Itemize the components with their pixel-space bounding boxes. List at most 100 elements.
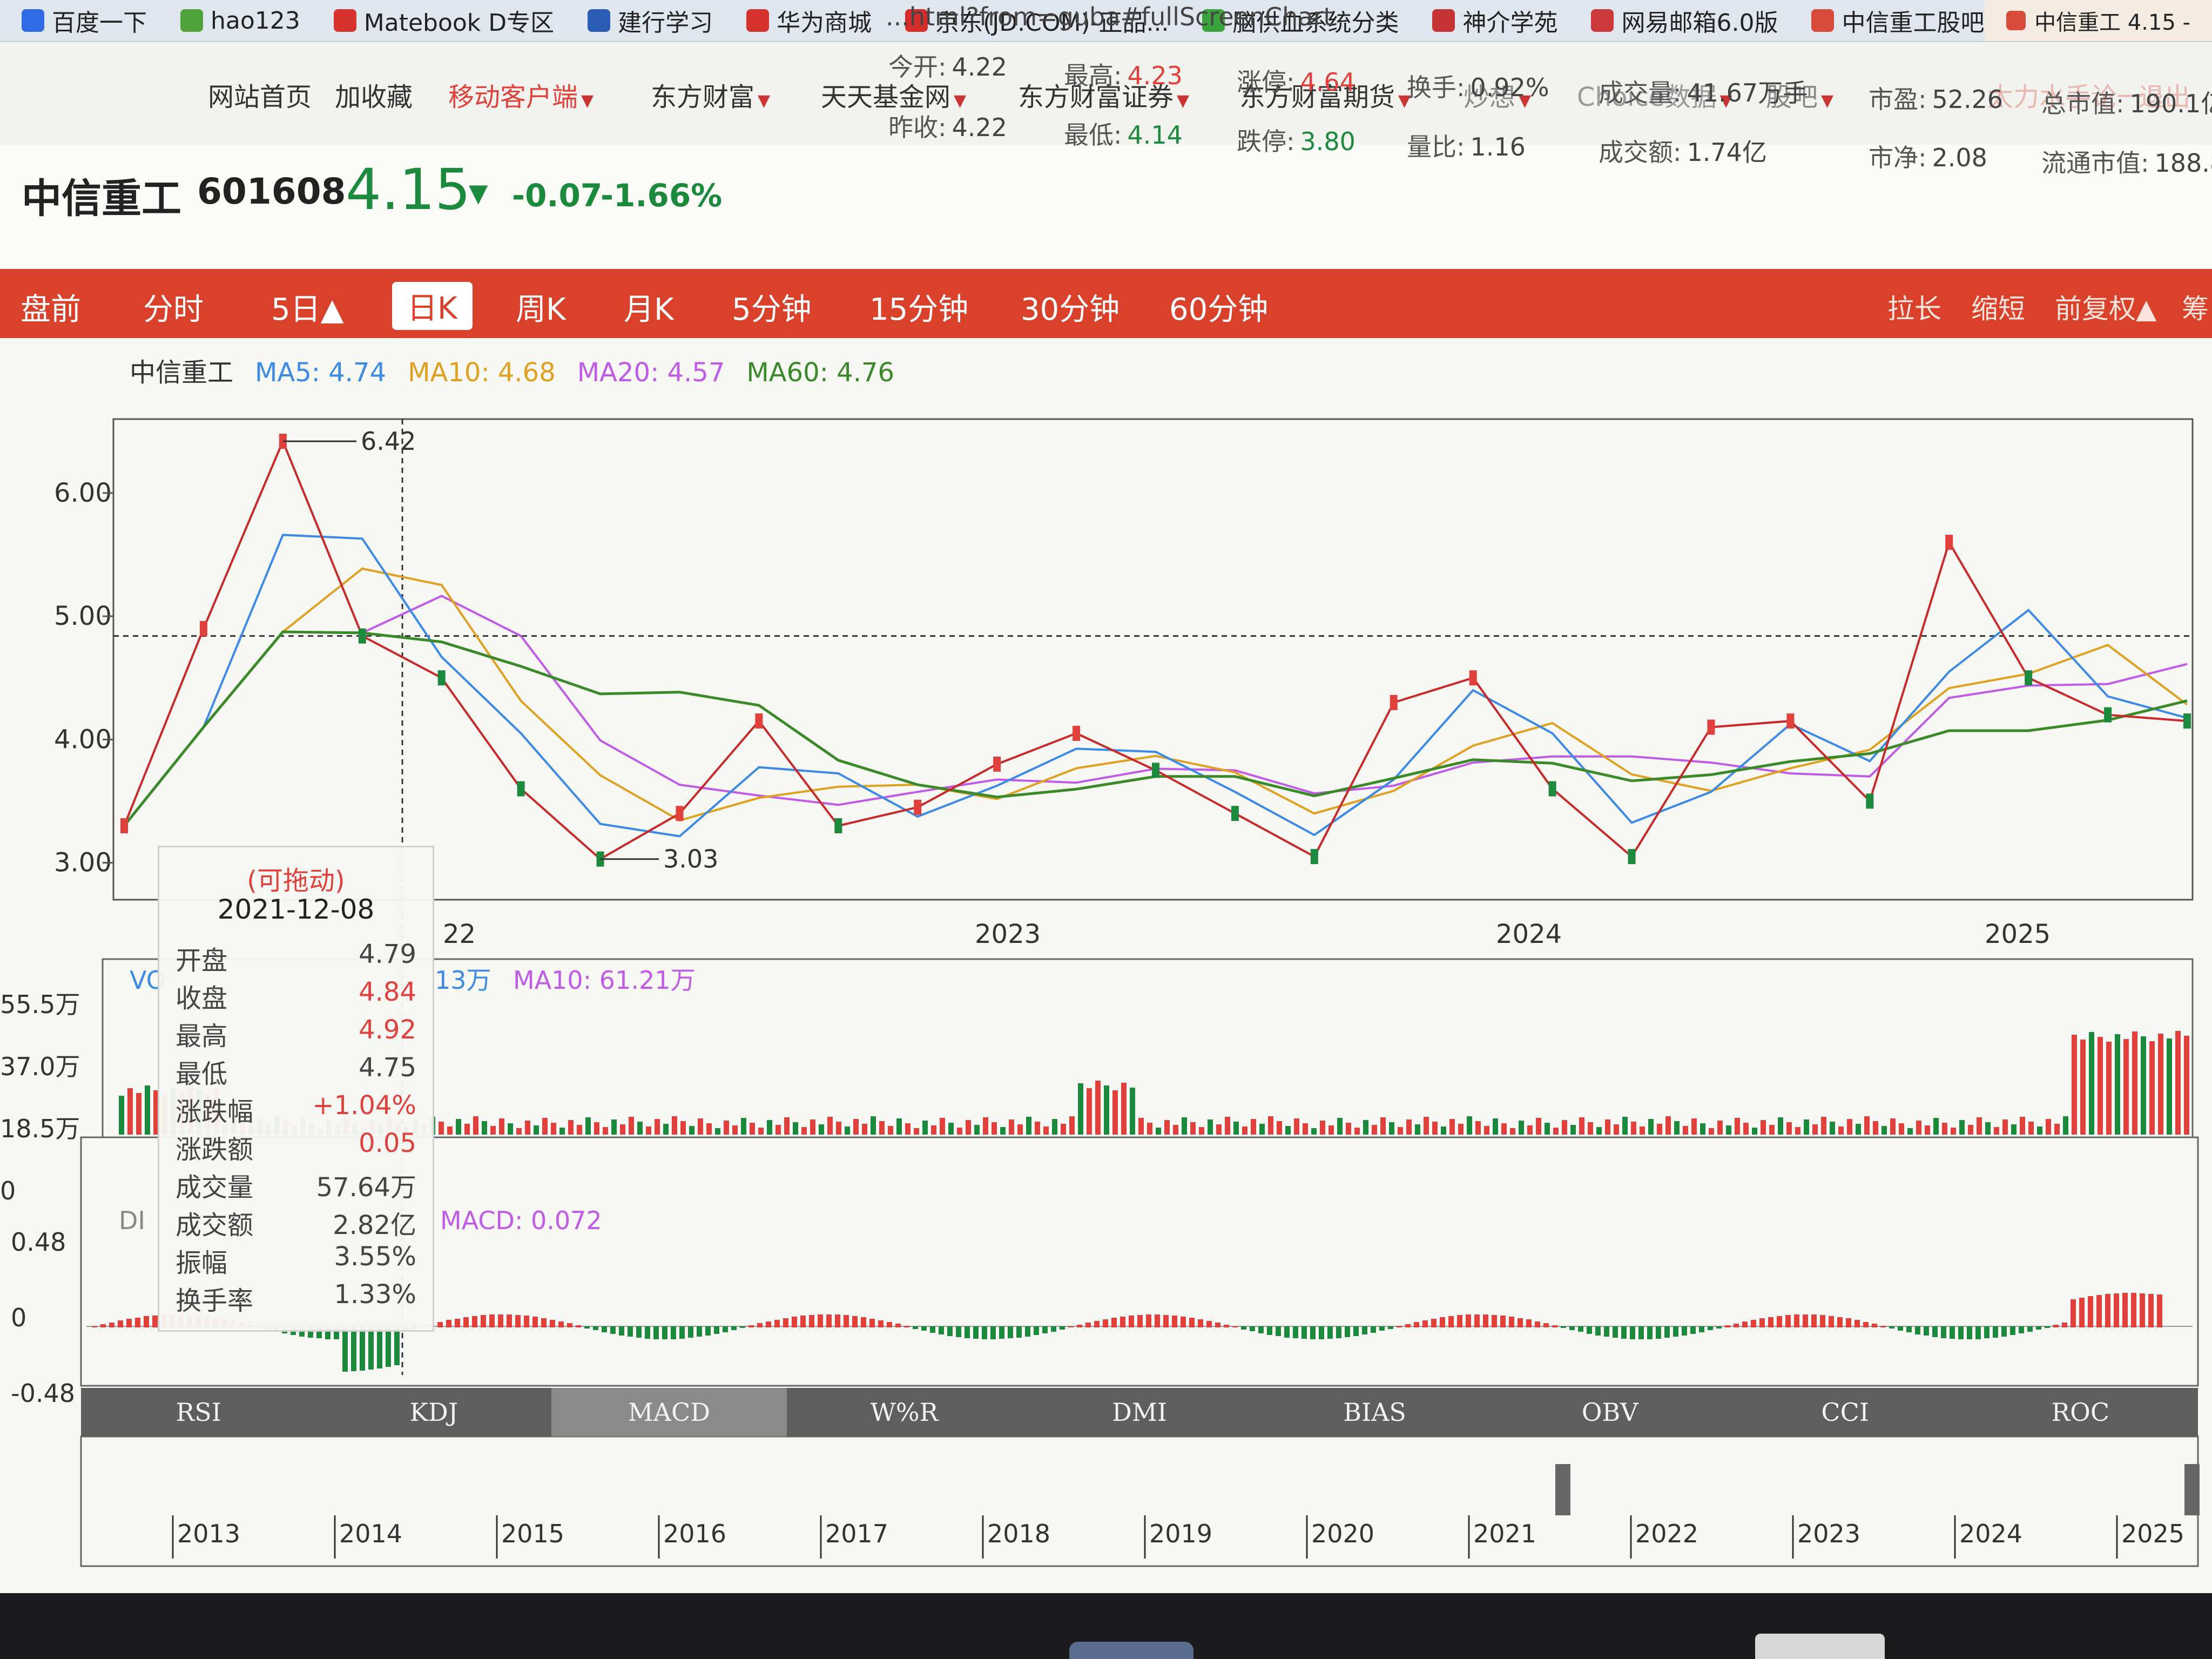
stat-item: 量比: 1.16 [1407,127,1526,163]
indicator-tab[interactable]: KDJ [316,1388,552,1437]
volume-bar [1225,1117,1230,1135]
tooltip-label: 涨跌额 [176,1135,254,1165]
macd-bar [1111,1318,1117,1327]
chip-button[interactable]: 筹 [2182,287,2209,326]
volume-bar [551,1123,556,1135]
macd-bar [973,1326,979,1339]
macd-bar [377,1326,382,1368]
volume-bar [1328,1125,1334,1135]
ohlc-tooltip[interactable]: (可拖动) 2021-12-08 开盘 4.79 收盘 4.84 最高 4.92 最低 4.7… [158,846,434,1332]
volume-bar [2132,1031,2137,1135]
macd-bar [1163,1315,1169,1327]
navigator-handle-right [2184,1464,2200,1515]
chart-area: 中信重工 MA5: 4.74 MA10: 4.68 MA20: 4.57 MA60: 4… [0,338,2212,1593]
volume-bar [853,1119,859,1135]
stat-label: 量比: [1407,132,1465,161]
indicator-tab[interactable]: BIAS [1257,1388,1493,1437]
volume-bar [508,1123,513,1135]
navigator-year-label: 2016 [663,1519,726,1548]
tab-daily-k[interactable]: 日K [392,282,473,330]
volume-bar [2175,1031,2181,1135]
bookmark-item[interactable]: 华为商城 [746,3,872,38]
volume-bar [1588,1122,1593,1135]
macd-bar [2122,1293,2128,1327]
macd-bar [2096,1295,2102,1327]
indicator-tab[interactable]: W%R [787,1388,1022,1437]
macd-bar [731,1326,737,1330]
volume-bar [663,1124,669,1135]
stat-value: 2.08 [1932,143,1987,172]
volume-bar [948,1123,954,1135]
indicator-tab[interactable]: RSI [81,1388,316,1437]
macd-bar [118,1320,123,1327]
volume-bar [525,1121,530,1135]
indicator-tab[interactable]: OBV [1492,1388,1728,1437]
macd-bar [792,1317,797,1327]
bookmark-item[interactable]: 网易邮箱6.0版 [1591,3,1778,38]
volume-bar [1977,1117,1982,1135]
indicator-tab[interactable]: ROC [1963,1388,2198,1437]
zoom-out-button[interactable]: 缩短 [1971,287,2025,326]
volume-bar [1925,1125,1930,1135]
volume-bar [1717,1121,1723,1135]
macd-bar [1172,1316,1177,1327]
tab-intraday[interactable]: 分时 [143,285,204,329]
bookmark-item[interactable]: 建行学习 [588,3,713,38]
bookmark-item[interactable]: Matebook D专区 [333,3,554,38]
macd-bar [1647,1326,1653,1339]
stat-value: 4.22 [952,113,1007,142]
macd-bar [1656,1326,1661,1339]
adjust-dropdown[interactable]: 前复权▲ [2055,287,2156,326]
price-point [1390,694,1398,710]
macd-bar [2114,1293,2119,1327]
bookmark-item[interactable]: hao123 [180,7,300,35]
macd-bar [939,1326,944,1334]
tab-60min[interactable]: 60分钟 [1169,285,1268,329]
volume-bar [1890,1118,1896,1135]
tab-5min[interactable]: 5分钟 [732,285,812,329]
stock-name: 中信重工 [22,176,181,222]
navigator-year-label: 2025 [2121,1519,2184,1548]
macd-bar [2071,1299,2076,1327]
bookmark-label: 神介学苑 [1462,9,1558,37]
volume-bar [845,1127,850,1135]
volume-bar [724,1121,729,1135]
tab-30min[interactable]: 30分钟 [1021,285,1120,329]
volume-bar [1380,1117,1386,1135]
nav-favorite[interactable]: 加收藏 [335,76,413,113]
url-fragment[interactable]: ...html?from=guba#fullScreenChart [886,2,1333,31]
volume-bar [1337,1118,1343,1135]
macd-axis-label: 0 [11,1303,26,1332]
volume-bar [1233,1122,1239,1135]
volume-bar [1942,1123,1947,1135]
indicator-tab[interactable]: DMI [1022,1388,1257,1437]
volume-bar [1527,1125,1533,1135]
macd-bar [1258,1326,1264,1333]
tooltip-row: 开盘 4.79 [176,939,416,976]
bookmark-item[interactable]: 百度一下 [22,3,147,38]
volume-bar [862,1124,867,1135]
zoom-in-button[interactable]: 拉长 [1887,287,1941,326]
nav-eastmoney[interactable]: 东方财富 ▼ [651,76,770,113]
volume-bar [1467,1116,1472,1135]
tab-premarket[interactable]: 盘前 [21,285,81,329]
indicator-tab[interactable]: CCI [1728,1388,1963,1437]
tab-monthly-k[interactable]: 月K [624,285,674,329]
volume-bar [2002,1120,2008,1135]
volume-bar [2106,1042,2112,1135]
bookmark-item[interactable]: 中信重工股吧 [1811,3,1984,38]
indicator-tab[interactable]: MACD [551,1388,787,1437]
volume-bar [1087,1088,1092,1135]
browser-tab-active[interactable]: 中信重工 4.15 - [1985,0,2212,41]
tab-weekly-k[interactable]: 周K [516,285,566,329]
macd-bar [92,1326,97,1327]
tooltip-value: 3.55% [334,1242,416,1272]
volume-bar [1864,1116,1870,1135]
tab-15min[interactable]: 15分钟 [869,285,968,329]
nav-home[interactable]: 网站首页 [208,76,312,113]
tab-5day[interactable]: 5日▲ [271,285,344,329]
volume-bar [1752,1128,1757,1135]
nav-mobile-client[interactable]: 移动客户端 ▼ [448,76,594,113]
stat-item: 市盈: 52.26 [1869,80,2003,116]
bookmark-item[interactable]: 神介学苑 [1432,3,1557,38]
